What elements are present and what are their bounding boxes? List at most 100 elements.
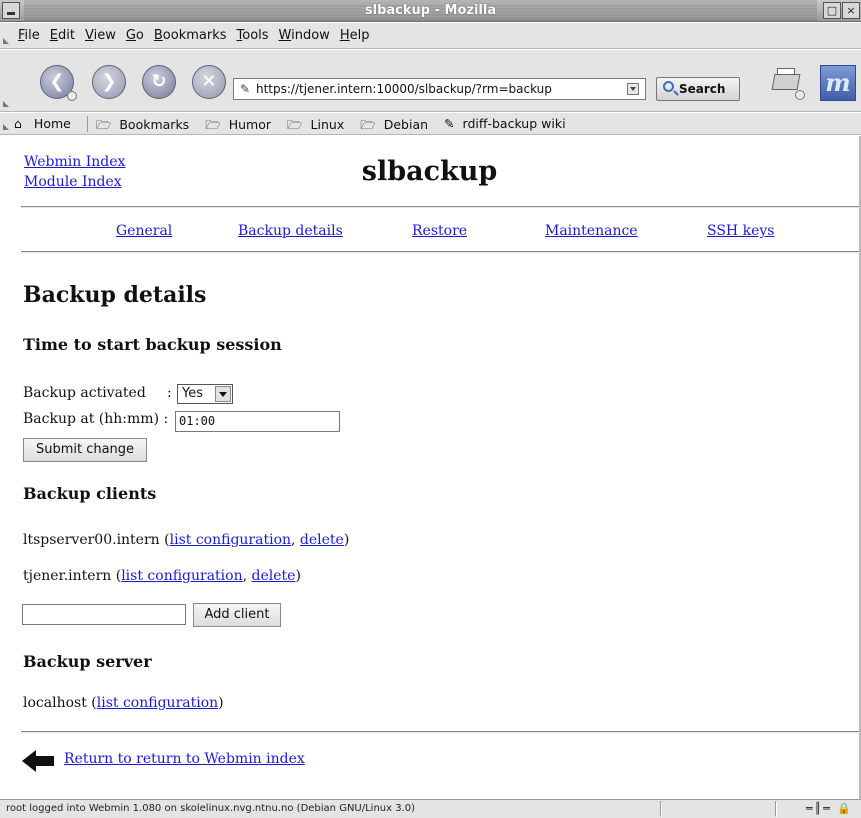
status-icons: ═║═ 🔒	[806, 802, 853, 815]
url-text: https://tjener.intern:10000/slbackup/?rm…	[256, 82, 552, 96]
toolbar-grip[interactable]	[0, 23, 10, 48]
schedule-heading: Time to start backup session	[23, 335, 282, 354]
menu-help[interactable]: Help	[340, 28, 370, 43]
divider	[21, 731, 859, 733]
folder-label: Humor	[228, 117, 272, 132]
bookmark-icon: ✎	[444, 116, 455, 131]
navigation-toolbar: ❮ ❯ ↻ ✕ ✎ https://tjener.intern:10000/sl…	[0, 50, 861, 112]
tab-ssh-keys[interactable]: SSH keys	[707, 223, 774, 239]
delete-client-link[interactable]: delete	[300, 532, 344, 548]
page-title: slbackup	[361, 156, 498, 187]
backup-activated-text: Backup activated	[23, 385, 146, 401]
chevron-down-icon	[215, 386, 231, 402]
back-button[interactable]: ❮	[40, 65, 77, 101]
print-button[interactable]	[769, 68, 805, 100]
menu-bookmarks[interactable]: Bookmarks	[154, 28, 227, 43]
server-row: localhost (list configuration)	[23, 695, 224, 711]
client-host: tjener.intern	[23, 568, 112, 584]
backup-time-input[interactable]: 01:00	[175, 411, 340, 432]
bookmarks-label: Bookmarks	[119, 117, 190, 132]
status-bar: root logged into Webmin 1.080 on skoleli…	[0, 799, 861, 818]
url-field[interactable]: ✎ https://tjener.intern:10000/slbackup/?…	[233, 78, 646, 100]
menu-go[interactable]: Go	[126, 28, 144, 43]
home-button[interactable]: ⌂ Home	[14, 116, 79, 137]
add-client-button[interactable]: Add client	[193, 603, 281, 627]
arrow-shaft	[34, 756, 54, 766]
folder-label: Linux	[310, 117, 345, 132]
menu-edit[interactable]: Edit	[50, 28, 75, 43]
backup-time-label: Backup at (hh:mm) :	[23, 411, 169, 427]
back-arrow-icon: ❮	[49, 71, 65, 92]
toolbar-grip[interactable]	[0, 113, 10, 134]
forward-button[interactable]: ❯	[92, 65, 126, 99]
tab-backup-details[interactable]: Backup details	[238, 223, 343, 239]
mozilla-logo[interactable]: m	[820, 65, 856, 101]
section-heading: Backup details	[23, 282, 207, 308]
client-host: ltspserver00.intern	[23, 532, 160, 548]
personal-toolbar: ⌂ Home 🗁 Bookmarks 🗁 Humor 🗁 Linux 🗁 Debian …	[0, 113, 861, 135]
backup-activated-select[interactable]: Yes	[177, 384, 233, 404]
home-icon: ⌂	[14, 116, 22, 131]
clients-heading: Backup clients	[23, 484, 157, 503]
back-arrow-icon[interactable]	[22, 750, 56, 772]
menu-bar: File Edit View Go Bookmarks Tools Window…	[0, 23, 861, 49]
list-configuration-link[interactable]: list configuration	[170, 532, 291, 548]
status-message: root logged into Webmin 1.080 on skoleli…	[6, 803, 416, 814]
reload-button[interactable]: ↻	[142, 65, 176, 99]
bookmark-folder-linux[interactable]: 🗁 Linux	[287, 116, 352, 137]
list-configuration-link[interactable]: list configuration	[97, 695, 218, 711]
menu-tools[interactable]: Tools	[237, 28, 269, 43]
lock-icon[interactable]: 🔒	[837, 802, 853, 815]
print-dropdown-icon[interactable]	[795, 90, 805, 100]
forward-arrow-icon: ❯	[101, 71, 117, 92]
online-status-icon[interactable]: ═║═	[806, 802, 832, 815]
folder-icon: 🗁	[287, 117, 303, 132]
menu-window[interactable]: Window	[279, 28, 330, 43]
tab-restore[interactable]: Restore	[412, 223, 467, 239]
return-link[interactable]: Return to return to Webmin index	[64, 751, 305, 767]
stop-button[interactable]: ✕	[192, 65, 226, 99]
server-heading: Backup server	[23, 652, 152, 671]
label-colon: :	[167, 385, 172, 401]
divider	[21, 206, 859, 208]
window-title-bar: slbackup - Mozilla □ ×	[0, 0, 861, 22]
stop-icon: ✕	[201, 71, 217, 92]
bookmark-label: rdiff-backup wiki	[462, 116, 566, 131]
search-button[interactable]: Search	[656, 77, 740, 101]
status-divider	[775, 801, 777, 817]
list-configuration-link[interactable]: list configuration	[121, 568, 242, 584]
toolbar-separator	[86, 116, 88, 132]
reload-icon: ↻	[151, 71, 167, 92]
menu-file[interactable]: File	[18, 28, 40, 43]
delete-client-link[interactable]: delete	[252, 568, 296, 584]
client-row: tjener.intern (list configuration, delet…	[23, 568, 301, 584]
tab-maintenance[interactable]: Maintenance	[545, 223, 638, 239]
maximize-button[interactable]: □	[823, 2, 841, 19]
page-proxy-icon: ✎	[240, 82, 251, 96]
printer-body	[771, 74, 801, 90]
server-host: localhost	[23, 695, 87, 711]
bookmark-folder-humor[interactable]: 🗁 Humor	[205, 116, 279, 137]
window-title: slbackup - Mozilla	[364, 3, 497, 18]
home-label: Home	[33, 116, 71, 131]
folder-label: Debian	[383, 117, 429, 132]
bookmark-folder-debian[interactable]: 🗁 Debian	[360, 116, 436, 137]
tab-general[interactable]: General	[116, 223, 172, 239]
page-content: Webmin Index Module Index slbackup Gener…	[0, 136, 861, 799]
search-label: Search	[679, 82, 726, 96]
bookmarks-button[interactable]: 🗁 Bookmarks	[96, 116, 197, 137]
toolbar-grip[interactable]	[0, 50, 10, 111]
folder-icon: 🗁	[205, 117, 221, 132]
folder-icon: 🗁	[95, 117, 112, 132]
backup-activated-label: Backup activated :	[23, 385, 172, 401]
close-button[interactable]: ×	[842, 2, 860, 19]
new-client-input[interactable]	[22, 604, 186, 625]
submit-change-button[interactable]: Submit change	[23, 438, 147, 462]
menu-view[interactable]: View	[85, 28, 116, 43]
search-icon	[663, 81, 674, 92]
select-value: Yes	[182, 386, 203, 401]
back-dropdown-icon[interactable]	[67, 91, 77, 101]
url-history-dropdown-icon[interactable]	[627, 83, 639, 95]
bookmark-rdiff-backup-wiki[interactable]: ✎ rdiff-backup wiki	[444, 116, 574, 137]
client-row: ltspserver00.intern (list configuration,…	[23, 532, 350, 548]
